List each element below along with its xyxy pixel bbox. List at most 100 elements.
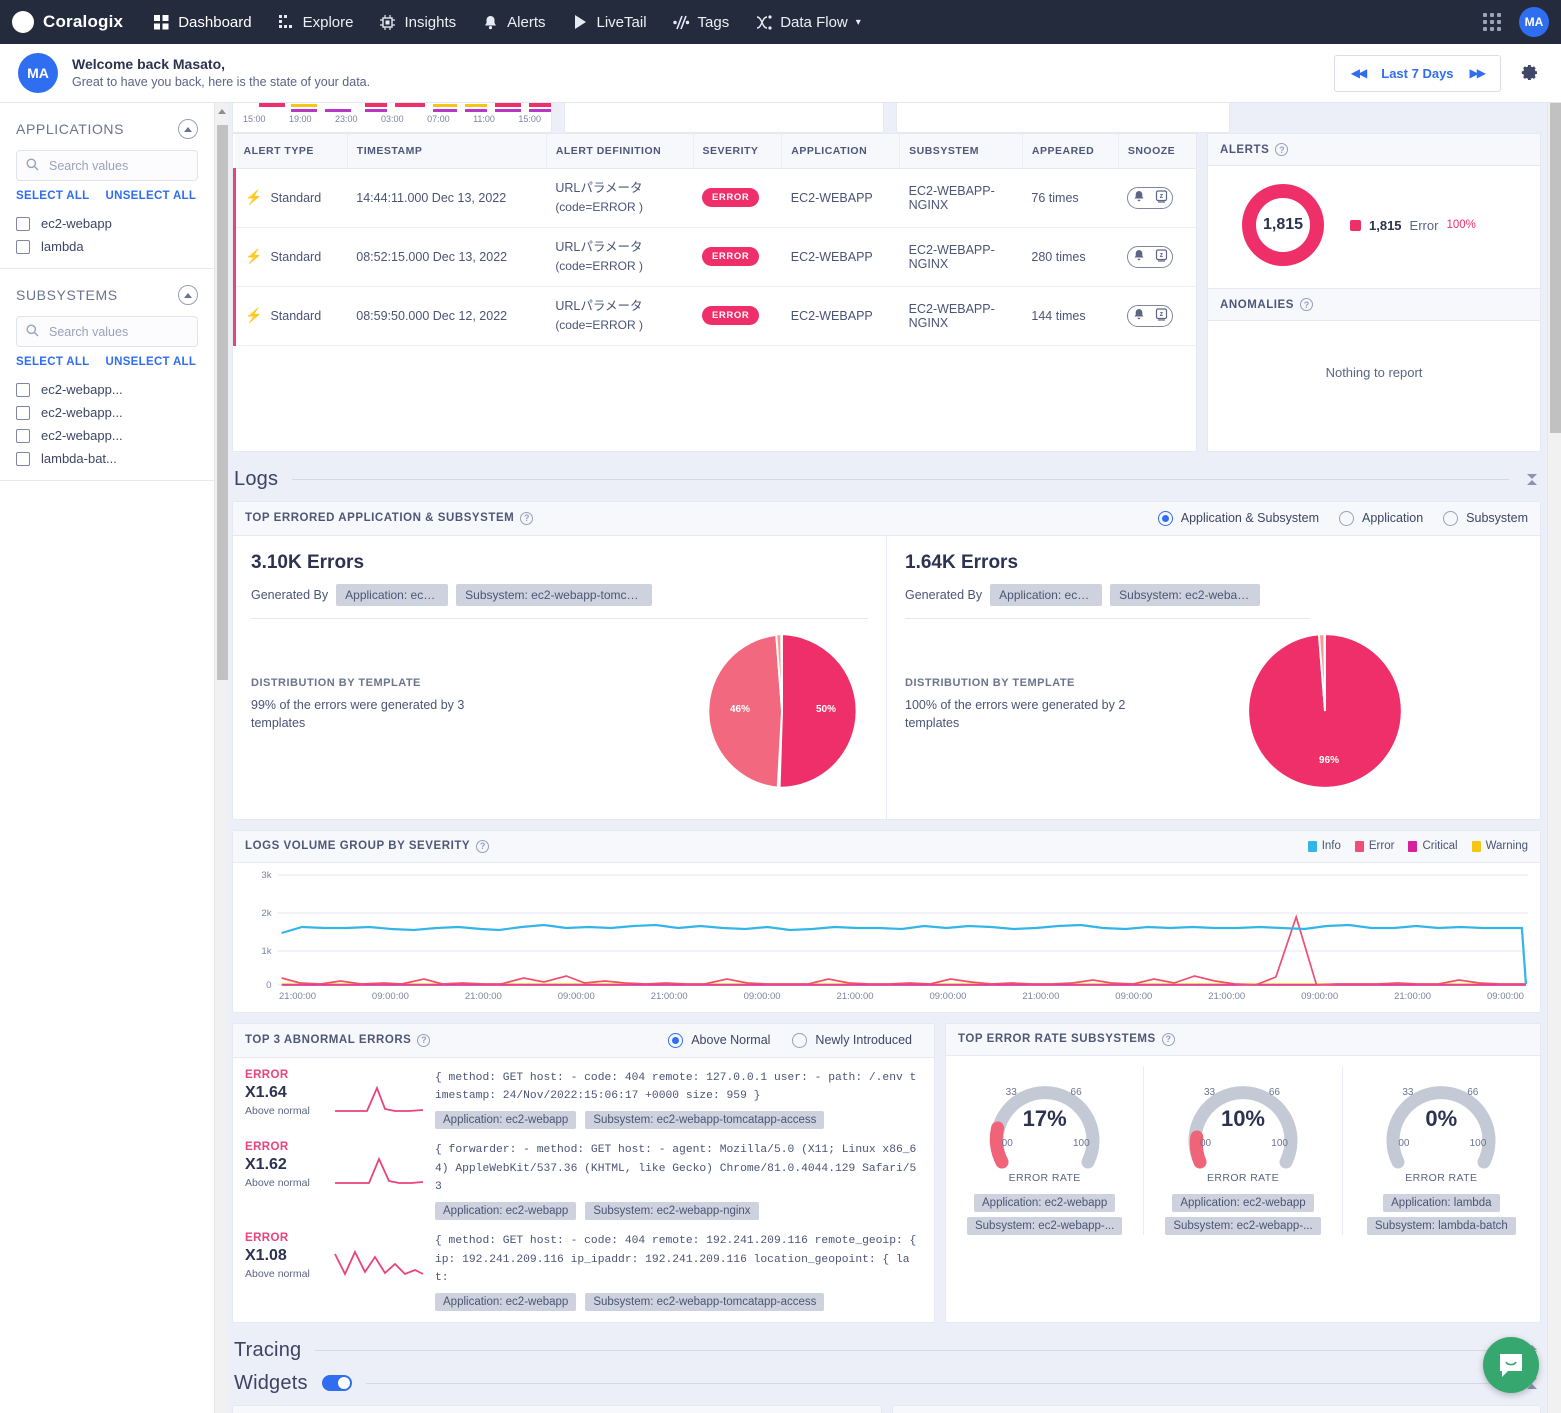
scrollbar-thumb[interactable]: [217, 125, 228, 680]
apps-grid-icon[interactable]: [1483, 13, 1501, 31]
radio-button[interactable]: [1443, 511, 1458, 526]
tag-subsystem[interactable]: Subsystem: ec2-webapp-...: [1165, 1217, 1320, 1235]
tag-application[interactable]: Application: ec2-webapp: [974, 1194, 1115, 1212]
chip-application[interactable]: Application: ec2-...: [336, 584, 448, 606]
col-timestamp[interactable]: TIMESTAMP: [347, 134, 546, 169]
snooze-toggle[interactable]: z: [1127, 305, 1173, 327]
col-severity[interactable]: SEVERITY: [693, 134, 782, 169]
rewind-icon[interactable]: ◀◀: [1351, 66, 1365, 80]
snooze-toggle[interactable]: z: [1127, 187, 1173, 209]
tag-subsystem[interactable]: Subsystem: ec2-webapp-tomcatapp-access: [585, 1111, 824, 1129]
nav-item-tags[interactable]: Tags: [673, 14, 730, 31]
table-row[interactable]: ⚡Standard 14:44:11.000 Dec 13, 2022 URLパ…: [235, 169, 1197, 228]
abnormal-left: ERROR X1.62 Above normal: [245, 1141, 323, 1189]
legend-item-error[interactable]: Error: [1355, 840, 1395, 852]
fast-forward-icon[interactable]: ▶▶: [1470, 66, 1484, 80]
checkbox[interactable]: [16, 452, 30, 466]
checkbox[interactable]: [16, 429, 30, 443]
radio-application-and-subsystem[interactable]: Application & Subsystem: [1158, 511, 1319, 526]
collapse-logs-button[interactable]: [1523, 474, 1541, 485]
abnormal-row[interactable]: ERROR X1.62 Above normal { forwarder: - …: [233, 1134, 934, 1225]
help-icon[interactable]: ?: [417, 1034, 430, 1047]
col-alert-definition[interactable]: ALERT DEFINITION: [546, 134, 693, 169]
checkbox-row[interactable]: ec2-webapp...: [16, 424, 198, 447]
tag-application[interactable]: Application: ec2-webapp: [435, 1293, 576, 1311]
nav-item-explore[interactable]: Explore: [278, 14, 354, 31]
help-icon[interactable]: ?: [1275, 143, 1288, 156]
main-scrollbar[interactable]: [1547, 103, 1561, 1413]
tag-subsystem[interactable]: Subsystem: ec2-webapp-...: [967, 1217, 1122, 1235]
checkbox-row[interactable]: ec2-webapp...: [16, 378, 198, 401]
scrollbar-thumb[interactable]: [1550, 103, 1561, 433]
nav-item-dashboard[interactable]: Dashboard: [153, 14, 251, 31]
cell-appeared: 144 times: [1022, 286, 1118, 345]
chat-bubble-button[interactable]: [1483, 1337, 1539, 1393]
checkbox[interactable]: [16, 406, 30, 420]
col-application[interactable]: APPLICATION: [782, 134, 900, 169]
help-icon[interactable]: ?: [520, 512, 533, 525]
sidebar-scrollbar[interactable]: [214, 103, 228, 1413]
abnormal-row[interactable]: ERROR X1.08 Above normal { method: GET h…: [233, 1225, 934, 1316]
unselect-all-applications[interactable]: UNSELECT ALL: [106, 190, 197, 202]
snooze-toggle[interactable]: z: [1127, 246, 1173, 268]
subsystems-search[interactable]: [16, 316, 198, 347]
nav-item-insights[interactable]: Insights: [379, 14, 456, 31]
scroll-up-arrow-icon[interactable]: [218, 109, 226, 114]
brand-logo[interactable]: Coralogix: [12, 11, 123, 33]
radio-above-normal[interactable]: Above Normal: [668, 1033, 770, 1048]
collapse-subsystems-button[interactable]: [178, 285, 198, 305]
nav-item-alerts[interactable]: Alerts: [482, 14, 545, 31]
gear-icon[interactable]: [1517, 62, 1539, 84]
radio-subsystem[interactable]: Subsystem: [1443, 511, 1528, 526]
collapse-applications-button[interactable]: [178, 119, 198, 139]
select-all-applications[interactable]: SELECT ALL: [16, 190, 90, 202]
chip-application[interactable]: Application: ec2-web...: [990, 584, 1102, 606]
table-row[interactable]: ⚡Standard 08:59:50.000 Dec 12, 2022 URLパ…: [235, 286, 1197, 345]
date-range-picker[interactable]: ◀◀ Last 7 Days ▶▶: [1334, 55, 1501, 92]
widgets-toggle[interactable]: [322, 1375, 352, 1391]
radio-newly-introduced[interactable]: Newly Introduced: [792, 1033, 912, 1048]
checkbox[interactable]: [16, 383, 30, 397]
radio-button[interactable]: [1339, 511, 1354, 526]
unselect-all-subsystems[interactable]: UNSELECT ALL: [106, 356, 197, 368]
checkbox-row[interactable]: ec2-webapp...: [16, 401, 198, 424]
radio-application[interactable]: Application: [1339, 511, 1423, 526]
help-icon[interactable]: ?: [476, 840, 489, 853]
tag-subsystem[interactable]: Subsystem: ec2-webapp-tomcatapp-access: [585, 1293, 824, 1311]
help-icon[interactable]: ?: [1300, 298, 1313, 311]
search-input[interactable]: [47, 158, 188, 174]
checkbox-row[interactable]: lambda: [16, 235, 198, 258]
col-snooze[interactable]: SNOOZE: [1118, 134, 1196, 169]
radio-button[interactable]: [1158, 511, 1173, 526]
tag-subsystem[interactable]: Subsystem: ec2-webapp-nginx: [585, 1202, 758, 1220]
tag-subsystem[interactable]: Subsystem: lambda-batch: [1367, 1217, 1516, 1235]
chip-subsystem[interactable]: Subsystem: ec2-webapp-n...: [1110, 584, 1260, 606]
checkbox[interactable]: [16, 217, 30, 231]
legend-item-warning[interactable]: Warning: [1472, 840, 1528, 852]
col-appeared[interactable]: APPEARED: [1022, 134, 1118, 169]
col-alert-type[interactable]: ALERT TYPE: [235, 134, 348, 169]
radio-button[interactable]: [792, 1033, 807, 1048]
search-input[interactable]: [47, 324, 188, 340]
col-subsystem[interactable]: SUBSYSTEM: [900, 134, 1023, 169]
nav-item-livetail[interactable]: LiveTail: [572, 14, 647, 31]
legend-item-info[interactable]: Info: [1308, 840, 1341, 852]
select-all-subsystems[interactable]: SELECT ALL: [16, 356, 90, 368]
avatar[interactable]: MA: [1519, 7, 1549, 37]
checkbox-row[interactable]: ec2-webapp: [16, 212, 198, 235]
checkbox-row[interactable]: lambda-bat...: [16, 447, 198, 470]
nav-item-data-flow[interactable]: Data Flow ▾: [755, 14, 861, 31]
tag-application[interactable]: Application: ec2-webapp: [435, 1202, 576, 1220]
radio-button[interactable]: [668, 1033, 683, 1048]
applications-search[interactable]: [16, 150, 198, 181]
help-icon[interactable]: ?: [1162, 1033, 1175, 1046]
chip-subsystem[interactable]: Subsystem: ec2-webapp-tomca...: [456, 584, 652, 606]
tag-application[interactable]: Application: ec2-webapp: [435, 1111, 576, 1129]
tag-application[interactable]: Application: lambda: [1383, 1194, 1499, 1212]
legend-item-critical[interactable]: Critical: [1408, 840, 1457, 852]
tag-application[interactable]: Application: ec2-webapp: [1172, 1194, 1313, 1212]
subsystem-line-2: NGINX: [909, 198, 1014, 212]
checkbox[interactable]: [16, 240, 30, 254]
table-row[interactable]: ⚡Standard 08:52:15.000 Dec 13, 2022 URLパ…: [235, 227, 1197, 286]
abnormal-row[interactable]: ERROR X1.64 Above normal { method: GET h…: [233, 1062, 934, 1134]
